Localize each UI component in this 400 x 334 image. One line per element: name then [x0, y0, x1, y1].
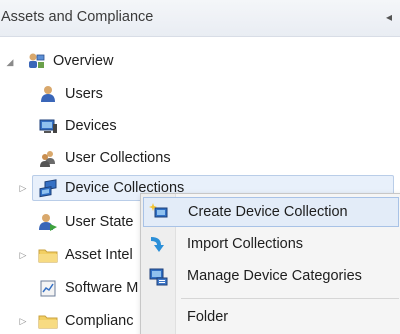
tree-item-label: Devices — [65, 118, 117, 134]
expand-arrow-icon[interactable]: ▷ — [18, 183, 28, 193]
user-state-icon — [39, 214, 57, 231]
tree-item-devices[interactable]: Devices — [38, 113, 117, 139]
menu-item-manage-device-categories[interactable]: Manage Device Categories — [143, 261, 399, 291]
folder-icon — [38, 249, 58, 263]
devices-icon — [39, 119, 57, 133]
menu-blank-icon-slot — [143, 302, 173, 332]
assets-compliance-pane: Assets and Compliance ◂ ◢ Overview Users — [0, 0, 400, 334]
pane-header: Assets and Compliance ◂ — [0, 0, 400, 37]
manage-categories-icon — [143, 261, 173, 291]
tree-item-label: Complianc — [65, 313, 134, 329]
tree-item-label: Asset Intel — [65, 247, 133, 263]
tree-item-compliance-settings[interactable]: Complianc — [38, 308, 134, 334]
menu-item-import-collections[interactable]: Import Collections — [143, 229, 399, 259]
menu-item-folder[interactable]: Folder — [143, 302, 399, 332]
create-collection-icon — [144, 197, 174, 227]
context-menu: Create Device Collection Import Collecti… — [140, 193, 400, 334]
device-collections-icon — [39, 179, 57, 198]
import-arrow-icon — [143, 229, 173, 259]
tree-item-label: Overview — [53, 53, 114, 69]
menu-item-label: Folder — [187, 309, 229, 325]
menu-separator — [181, 298, 399, 299]
expand-arrow-icon[interactable]: ▷ — [18, 250, 28, 260]
tree-item-users[interactable]: Users — [38, 81, 103, 107]
menu-item-label: Manage Device Categories — [187, 268, 362, 284]
collapse-pane-icon[interactable]: ◂ — [386, 11, 392, 23]
menu-item-create-device-collection[interactable]: Create Device Collection — [143, 197, 399, 227]
expand-arrow-icon[interactable]: ▷ — [18, 316, 28, 326]
tree-item-user-state[interactable]: User State — [38, 209, 134, 235]
software-metering-icon — [40, 280, 56, 297]
overview-icon — [29, 53, 45, 68]
tree-item-label: User Collections — [65, 150, 171, 166]
user-icon — [41, 86, 55, 102]
tree-item-software-metering[interactable]: Software M — [38, 275, 138, 301]
user-collections-icon — [40, 151, 55, 167]
menu-item-label: Create Device Collection — [188, 204, 348, 220]
folder-icon — [38, 315, 58, 329]
menu-item-label: Import Collections — [187, 236, 304, 252]
collapse-arrow-icon[interactable]: ◢ — [5, 57, 15, 67]
tree-item-overview[interactable]: Overview — [26, 48, 113, 74]
tree-item-label: Users — [65, 86, 103, 102]
tree-item-user-collections[interactable]: User Collections — [38, 145, 171, 171]
tree-item-asset-intelligence[interactable]: Asset Intel — [38, 242, 133, 268]
tree-item-label: Software M — [65, 280, 139, 296]
tree-item-label: User State — [65, 214, 134, 230]
pane-title: Assets and Compliance — [1, 9, 154, 25]
